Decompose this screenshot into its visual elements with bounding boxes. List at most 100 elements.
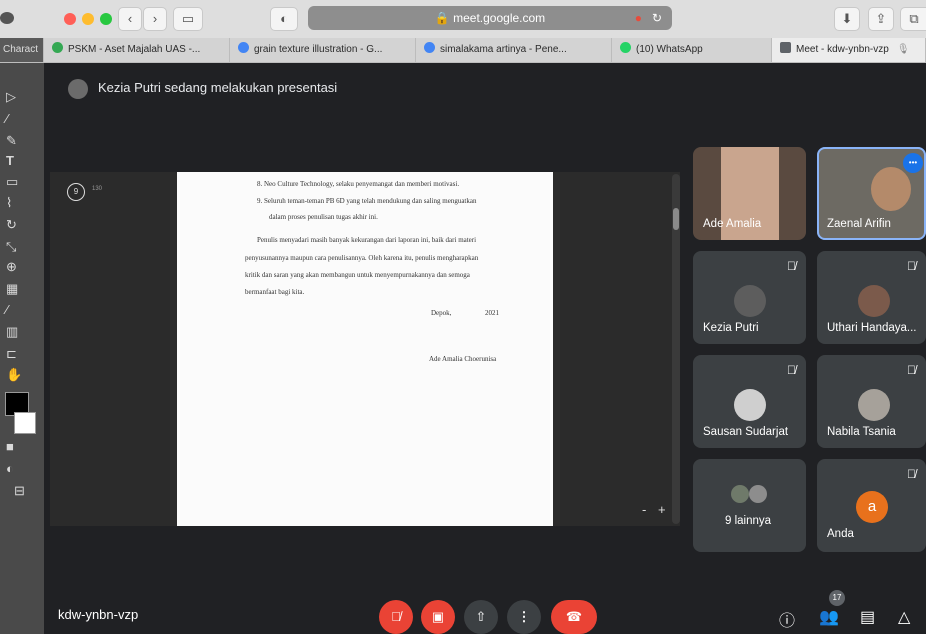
chevron-left-icon: ‹ — [127, 11, 133, 26]
mic-off-icon: 🎙̸ — [907, 259, 916, 273]
mic-off-icon: 🎙̸ — [787, 363, 796, 377]
presenter-text: Kezia Putri sedang melakukan presentasi — [98, 80, 338, 95]
meeting-info-button[interactable]: ⓘ — [779, 607, 795, 631]
participant-name: Uthari Handaya... — [827, 322, 917, 334]
doc-line: dalam proses penulisan tugas akhir ini. — [269, 213, 378, 221]
close-window-button[interactable] — [64, 13, 76, 25]
meet-icon — [780, 42, 791, 53]
google-icon — [238, 42, 249, 53]
back-button[interactable]: ‹ — [118, 7, 142, 31]
reload-icon[interactable]: ↻ — [652, 6, 662, 30]
download-button[interactable]: ⬇ — [834, 7, 860, 31]
document-page: 8. Neo Culture Technology, selaku penyem… — [177, 172, 553, 526]
warp-tool-icon: ⊕ — [6, 259, 17, 274]
microphone-in-use-icon: ● — [634, 11, 642, 25]
doc-signature-name: Ade Amalia Choerunisa — [429, 355, 497, 363]
participant-tile-uthari[interactable]: 🎙̸ Uthari Handaya... — [817, 251, 926, 344]
present-icon: ⇧ — [475, 609, 487, 624]
mic-off-icon: 🎙̸ — [907, 363, 916, 377]
microphone-icon: 🎙 — [896, 44, 910, 55]
info-icon: ⓘ — [779, 613, 796, 630]
tab-meet-active[interactable]: Meet - kdw-ynbn-vzp 🎙 — [772, 38, 926, 62]
pen-tool-icon: ✎ — [6, 133, 17, 148]
presenter-banner: Kezia Putri sedang melakukan presentasi — [44, 63, 926, 113]
sidebar-toggle-button[interactable]: ▭ — [173, 7, 203, 31]
participant-tile-kezia-putri[interactable]: 🎙̸ Kezia Putri — [693, 251, 806, 344]
participant-name: Kezia Putri — [703, 322, 759, 334]
participant-name: Nabila Tsania — [827, 426, 896, 438]
self-avatar: a — [856, 491, 888, 523]
tab-grain-texture[interactable]: grain texture illustration - G... — [230, 38, 416, 62]
address-bar[interactable]: 🔒 meet.google.com ● ↻ — [308, 6, 672, 30]
zoom-in-button[interactable]: + — [658, 502, 666, 517]
camera-toggle-button[interactable]: ▣ — [421, 600, 455, 634]
participant-tile-ade-amalia[interactable]: Ade Amalia — [693, 147, 806, 240]
google-icon — [424, 42, 435, 53]
hand-tool-icon: ✋ — [6, 367, 23, 382]
tab-simalakama[interactable]: simalakama artinya - Pene... — [416, 38, 612, 62]
brush-tool-icon: ⌇ — [6, 195, 13, 210]
activities-button[interactable]: △ — [898, 607, 910, 627]
document-scrollbar[interactable] — [672, 174, 680, 524]
zoom-window-button[interactable] — [100, 13, 112, 25]
mic-toggle-button[interactable]: 🎙̸ — [379, 600, 413, 634]
page-number-badge: 9 — [67, 183, 85, 201]
page-total: 130 — [92, 186, 103, 192]
participant-name: Zaenal Arifin — [827, 218, 891, 230]
people-icon: 👥 — [819, 609, 839, 626]
doc-year: 2021 — [485, 309, 499, 317]
eyedropper-tool-icon: ⁄ — [6, 302, 9, 317]
more-options-button[interactable]: ••• — [903, 153, 923, 173]
tab-pskm[interactable]: PSKM - Aset Majalah UAS -... — [44, 38, 230, 62]
doc-line: kritik dan saran yang akan membangun unt… — [245, 271, 470, 279]
mic-off-icon: 🎙̸ — [907, 467, 916, 481]
present-now-button[interactable]: ⇧ — [464, 600, 498, 634]
doc-line: Penulis menyadari masih banyak kekuranga… — [257, 236, 477, 244]
privacy-button[interactable]: ◐ — [270, 7, 298, 31]
participant-name: 9 lainnya — [725, 515, 772, 527]
color-mode-icon: ■ — [6, 439, 14, 454]
shared-screen[interactable]: 9 130 8. Neo Culture Technology, selaku … — [50, 172, 680, 526]
partial-window-control — [0, 12, 14, 24]
share-button[interactable]: ⇪ — [868, 7, 894, 31]
participants-button[interactable]: 👥 — [819, 607, 839, 627]
share-icon: ⇪ — [875, 11, 887, 26]
rect-tool-icon: ▭ — [6, 174, 19, 189]
forward-button[interactable]: › — [143, 7, 167, 31]
avatar — [731, 485, 749, 503]
participant-tile-others[interactable]: 9 lainnya — [693, 459, 806, 552]
tab-whatsapp[interactable]: (10) WhatsApp — [612, 38, 772, 62]
tabs-overview-button[interactable]: ⧉ — [900, 7, 926, 31]
presenter-avatar — [68, 79, 88, 99]
participant-name: Anda — [827, 528, 854, 540]
artboard-tool-icon: ⊏ — [6, 346, 17, 361]
scale-tool-icon: ⤡ — [6, 239, 17, 254]
participant-tile-self[interactable]: 🎙̸ a Anda — [817, 459, 926, 552]
magic-tool-icon: ⁄ — [6, 111, 9, 126]
leave-call-button[interactable]: ☎ — [551, 600, 597, 634]
background-app-toolbar: ▷ ⁄ ✎ T ▭ ⌇ ↻ ⤡ ⊕ ▦ ⁄ ▥ ⊏ ✋ ■ ◐ ⊟ — [0, 0, 44, 634]
doc-line: bermanfaat bagi kita. — [245, 288, 305, 296]
chat-button[interactable]: ▤ — [860, 607, 875, 627]
shapes-icon: △ — [898, 609, 911, 626]
avatar — [734, 285, 766, 317]
drive-icon — [52, 42, 63, 53]
type-tool-icon: T — [6, 153, 14, 168]
chat-icon: ▤ — [860, 609, 876, 626]
participants-count-badge: 17 — [829, 590, 845, 606]
participant-tile-sausan[interactable]: 🎙̸ Sausan Sudarjat — [693, 355, 806, 448]
participant-tile-zaenal-arifin[interactable]: ••• Zaenal Arifin — [817, 147, 926, 240]
background-app-label: Charact — [0, 38, 44, 62]
hang-up-icon: ☎ — [565, 609, 583, 624]
participant-name: Ade Amalia — [703, 218, 762, 230]
minimize-window-button[interactable] — [82, 13, 94, 25]
draw-mode-icon: ◐ — [6, 461, 14, 476]
participant-tile-nabila[interactable]: 🎙̸ Nabila Tsania — [817, 355, 926, 448]
scrollbar-thumb[interactable] — [673, 208, 679, 230]
avatar — [858, 285, 890, 317]
url-text: meet.google.com — [453, 11, 546, 25]
browser-tab-strip: Charact PSKM - Aset Majalah UAS -... gra… — [0, 38, 926, 63]
more-options-menu-button[interactable]: ⋮ — [507, 600, 541, 634]
zoom-out-button[interactable]: - — [642, 502, 646, 517]
mic-off-icon: 🎙̸ — [787, 259, 796, 273]
